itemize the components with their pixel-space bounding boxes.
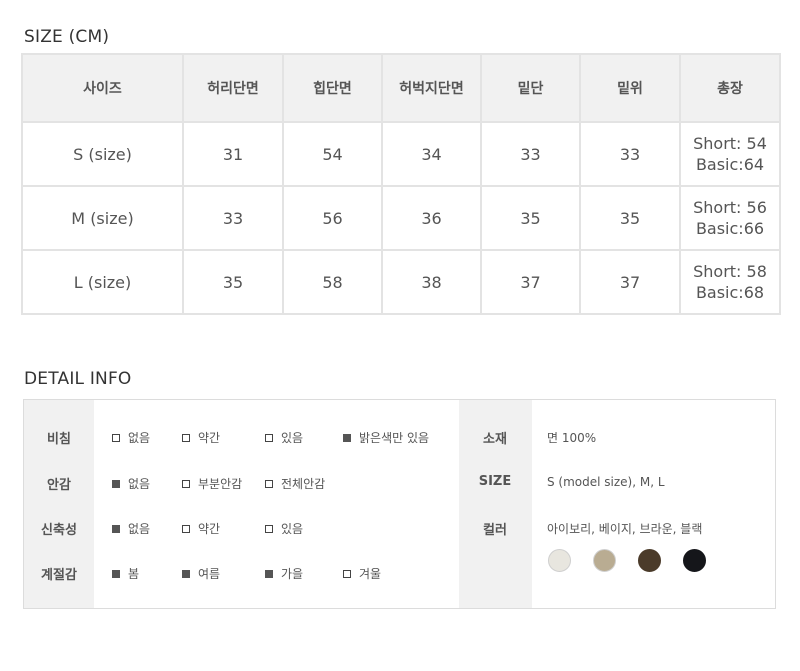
header-total-length: 총장: [679, 53, 781, 123]
color-swatch-ivory[interactable]: [548, 549, 571, 572]
cell-size: L (size): [21, 249, 184, 315]
option-lining-partial: 부분안감: [182, 475, 242, 492]
label-stretch: 신축성: [41, 523, 77, 538]
cell-hem: 33: [480, 121, 581, 187]
checkbox-icon: [265, 524, 273, 533]
cell-waist: 31: [182, 121, 284, 187]
cell-waist: 33: [182, 185, 284, 251]
cell-rise: 35: [579, 185, 681, 251]
option-see-through-yes: 있음: [265, 429, 303, 446]
option-lining-none: 없음: [112, 475, 150, 492]
header-hip: 힙단면: [282, 53, 383, 123]
checkbox-checked-icon: [182, 569, 190, 578]
option-season-spring: 봄: [112, 565, 139, 582]
cell-waist: 35: [182, 249, 284, 315]
label-color: 컬러: [483, 523, 507, 538]
total-short: Short: 58: [693, 262, 767, 281]
option-season-winter: 겨울: [343, 565, 381, 582]
cell-hip: 56: [282, 185, 383, 251]
checkbox-icon: [343, 569, 351, 578]
header-size: 사이즈: [21, 53, 184, 123]
option-season-autumn: 가을: [265, 565, 303, 582]
checkbox-checked-icon: [265, 569, 273, 578]
cell-size: S (size): [21, 121, 184, 187]
cell-rise: 33: [579, 121, 681, 187]
cell-total-length: Short: 58 Basic:68: [679, 249, 781, 315]
header-thigh: 허벅지단면: [381, 53, 482, 123]
label-size: SIZE: [478, 474, 512, 489]
color-swatch-brown[interactable]: [638, 549, 661, 572]
checkbox-icon: [265, 433, 273, 442]
color-value: 아이보리, 베이지, 브라운, 블랙: [547, 522, 703, 536]
option-stretch-none: 없음: [112, 520, 150, 537]
checkbox-icon: [182, 433, 190, 442]
total-short: Short: 54: [693, 134, 767, 153]
option-stretch-slight: 약간: [182, 520, 220, 537]
total-short: Short: 56: [693, 198, 767, 217]
option-see-through-light-only: 밝은색만 있음: [343, 429, 429, 446]
total-basic: Basic:68: [695, 283, 765, 302]
checkbox-checked-icon: [112, 479, 120, 488]
color-swatch-black[interactable]: [683, 549, 706, 572]
cell-total-length: Short: 56 Basic:66: [679, 185, 781, 251]
detail-info-panel: 비침 안감 신축성 계절감 없음 약간 있음 밝은색만 있음 없음 부분안감 전…: [23, 399, 776, 609]
cell-hip: 54: [282, 121, 383, 187]
cell-hip: 58: [282, 249, 383, 315]
cell-total-length: Short: 54 Basic:64: [679, 121, 781, 187]
option-season-summer: 여름: [182, 565, 220, 582]
cell-thigh: 38: [381, 249, 482, 315]
checkbox-checked-icon: [112, 569, 120, 578]
checkbox-checked-icon: [343, 433, 351, 442]
label-lining: 안감: [47, 478, 71, 493]
label-see-through: 비침: [47, 432, 71, 447]
cell-rise: 37: [579, 249, 681, 315]
size-table: 사이즈 허리단면 힙단면 허벅지단면 밑단 밑위 총장 S (size) 31 …: [21, 53, 781, 315]
total-basic: Basic:66: [695, 219, 765, 238]
header-hem: 밑단: [480, 53, 581, 123]
cell-size: M (size): [21, 185, 184, 251]
cell-hem: 37: [480, 249, 581, 315]
header-rise: 밑위: [579, 53, 681, 123]
header-waist: 허리단면: [182, 53, 284, 123]
size-section-title: SIZE (CM): [24, 27, 110, 47]
checkbox-icon: [182, 524, 190, 533]
total-basic: Basic:64: [695, 155, 765, 174]
checkbox-checked-icon: [112, 524, 120, 533]
option-stretch-yes: 있음: [265, 520, 303, 537]
checkbox-icon: [182, 479, 190, 488]
cell-hem: 35: [480, 185, 581, 251]
size-value: S (model size), M, L: [547, 475, 665, 489]
option-see-through-slight: 약간: [182, 429, 220, 446]
material-value: 면 100%: [547, 431, 597, 445]
option-lining-full: 전체안감: [265, 475, 325, 492]
label-season: 계절감: [41, 568, 77, 583]
checkbox-icon: [265, 479, 273, 488]
cell-thigh: 34: [381, 121, 482, 187]
color-swatch-beige[interactable]: [593, 549, 616, 572]
size-table-header: 사이즈 허리단면 힙단면 허벅지단면 밑단 밑위 총장: [21, 53, 781, 123]
table-row: M (size) 33 56 36 35 35 Short: 56 Basic:…: [21, 185, 781, 251]
label-material: 소재: [483, 432, 507, 447]
cell-thigh: 36: [381, 185, 482, 251]
table-row: S (size) 31 54 34 33 33 Short: 54 Basic:…: [21, 121, 781, 187]
detail-section-title: DETAIL INFO: [24, 369, 132, 389]
table-row: L (size) 35 58 38 37 37 Short: 58 Basic:…: [21, 249, 781, 315]
option-see-through-none: 없음: [112, 429, 150, 446]
checkbox-icon: [112, 433, 120, 442]
